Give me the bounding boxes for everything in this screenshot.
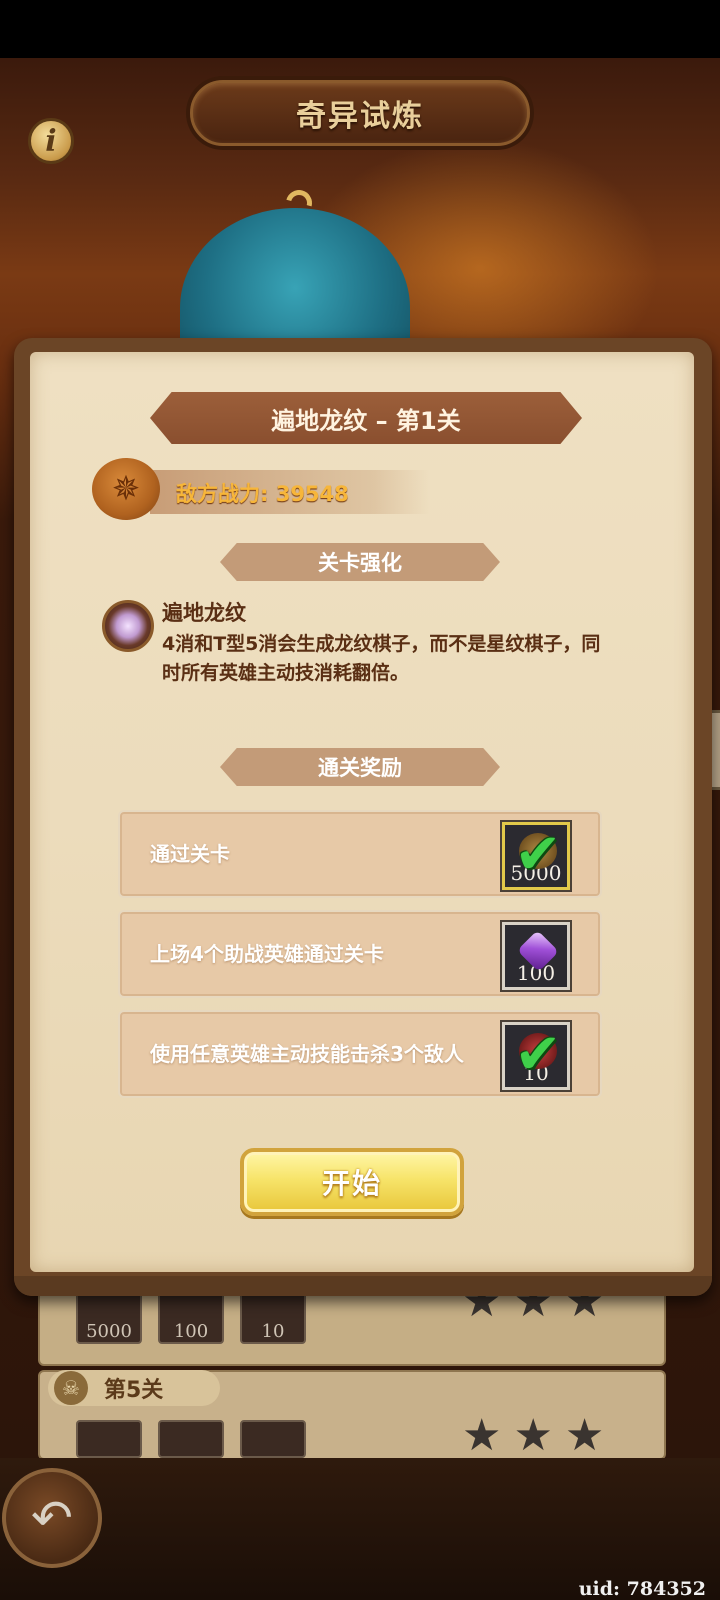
reward-card: 上场4个助战英雄通过关卡 100 (118, 910, 602, 998)
reward-condition: 通过关卡 (150, 842, 230, 866)
ruby-reward (240, 1420, 306, 1458)
dragon-pattern-icon[interactable] (102, 600, 154, 652)
coin-reward[interactable]: 5000 ✔ (500, 820, 572, 892)
stage-enhance-tab: 关卡强化 (220, 543, 500, 581)
checkmark-icon: ✔ (514, 1022, 562, 1087)
modifier-description: 4消和T型5消会生成龙纹棋子，而不是星纹棋子，同时所有英雄主动技消耗翻倍。 (162, 633, 601, 684)
gem-reward (158, 1420, 224, 1458)
enemy-power: 敌方战力: 39548 (176, 482, 349, 506)
uid-label: uid: 784352 (578, 1578, 706, 1600)
gem-reward[interactable]: 100 (500, 920, 572, 992)
back-button[interactable]: ↶ (2, 1468, 102, 1568)
status-bar (0, 0, 720, 58)
checkmark-icon: ✔ (514, 822, 562, 887)
start-label: 开始 (321, 1167, 382, 1200)
clear-rewards-label: 通关奖励 (318, 756, 402, 780)
reward-qty: 10 (261, 1321, 285, 1342)
reward-card: 使用任意英雄主动技能击杀3个敌人 10 ✔ (118, 1010, 602, 1098)
stage-title: 遍地龙纹 – 第1关 (271, 406, 461, 435)
modifier-title: 遍地龙纹 (162, 601, 246, 625)
reward-qty: 100 (173, 1321, 209, 1342)
start-button[interactable]: 开始 (240, 1148, 464, 1216)
reward-condition: 使用任意英雄主动技能击杀3个敌人 (150, 1042, 464, 1066)
gem-reward: 100 (158, 1288, 224, 1344)
ruby-reward[interactable]: 10 ✔ (500, 1020, 572, 1092)
stage-enhance-label: 关卡强化 (318, 551, 402, 575)
page-title: 奇异试炼 (296, 99, 424, 134)
level-label: 第5关 (104, 1378, 164, 1403)
info-icon: i (45, 123, 57, 159)
clear-rewards-tab: 通关奖励 (220, 748, 500, 786)
reward-qty: 5000 (86, 1321, 132, 1342)
ruby-reward: 10 (240, 1288, 306, 1344)
stage-title-banner: 遍地龙纹 – 第1关 (150, 392, 582, 444)
compass-seal-icon: ✵ (92, 458, 160, 520)
coin-reward: 5000 (76, 1288, 142, 1344)
level-tag: ☠ 第5关 (48, 1370, 220, 1406)
dialog-bottom-edge (14, 1276, 712, 1296)
star-rating: ★★★ (462, 1410, 617, 1461)
reward-card: 通过关卡 5000 ✔ (118, 810, 602, 898)
coin-reward (76, 1420, 142, 1458)
header-title-plate: 奇异试炼 (190, 80, 530, 146)
reward-condition: 上场4个助战英雄通过关卡 (150, 942, 384, 966)
back-arrow-icon: ↶ (31, 1489, 73, 1547)
skull-icon: ☠ (54, 1371, 88, 1405)
info-button[interactable]: i (28, 118, 74, 164)
